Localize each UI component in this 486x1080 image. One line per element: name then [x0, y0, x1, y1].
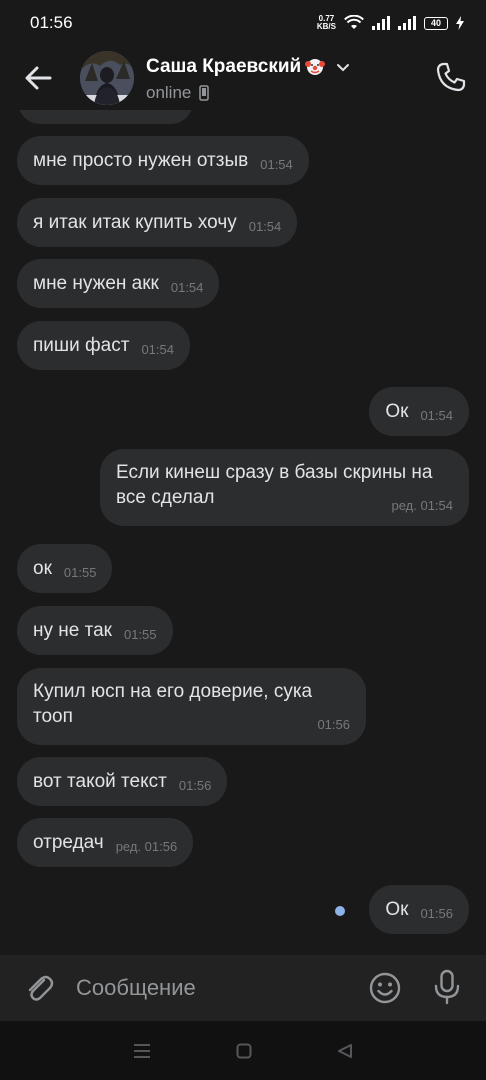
status-bar: 01:56 0.77 KB/S 40	[0, 0, 486, 46]
network-speed-unit: KB/S	[316, 22, 336, 31]
avatar-image	[80, 51, 134, 105]
message-time: 01:55	[63, 565, 97, 580]
message-bubble-outgoing[interactable]: Если кинеш сразу в базы скрины на все сд…	[100, 449, 469, 526]
contact-name[interactable]: Саша Краевский	[146, 56, 351, 78]
phone-icon[interactable]	[434, 60, 468, 94]
status-time: 01:56	[30, 13, 73, 32]
message-time: ред. 01:56	[115, 839, 178, 854]
message-bubble-incoming[interactable]: вот такой текст 01:56	[17, 757, 228, 806]
message-bubble-incoming[interactable]: Купил юсп на его доверие, сука тооп 01:5…	[17, 668, 366, 745]
smile-icon[interactable]	[368, 971, 402, 1005]
message-text: ну не так	[33, 620, 112, 641]
mobile-phone-icon	[199, 85, 210, 101]
avatar[interactable]	[80, 51, 134, 105]
message-time: 01:54	[248, 219, 282, 234]
message-time: 01:54	[170, 280, 204, 295]
message-text: вот такой текст	[33, 771, 167, 792]
message-list[interactable]: мне просто нужен отзыв 01:54 я итак итак…	[0, 110, 486, 955]
message-text: Ок	[385, 401, 409, 422]
microphone-icon[interactable]	[432, 969, 462, 1005]
contact-name-text: Саша Краевский	[146, 56, 302, 77]
signal-icon-2	[398, 16, 416, 30]
clown-face-icon	[305, 59, 326, 75]
chevron-down-icon[interactable]	[335, 59, 351, 75]
battery-icon: 40	[424, 16, 448, 30]
wifi-icon	[344, 15, 364, 29]
contact-status-text: online	[146, 83, 192, 102]
message-bubble-outgoing[interactable]: Ок 01:56	[369, 885, 469, 934]
back-triangle-icon[interactable]	[337, 1043, 353, 1059]
message-time: 01:56	[420, 906, 453, 921]
home-icon[interactable]	[236, 1043, 252, 1059]
chat-header: Саша Краевский online	[0, 46, 486, 110]
message-bubble-outgoing[interactable]: Ок 01:54	[369, 387, 469, 436]
message-input[interactable]	[76, 973, 346, 1003]
message-bubble-incoming[interactable]: пиши фаст 01:54	[17, 321, 190, 370]
message-time: 01:54	[420, 408, 453, 423]
signal-icon	[372, 16, 390, 30]
message-time: ред. 01:54	[391, 498, 453, 513]
message-bubble-incoming[interactable]: я итак итак купить хочу 01:54	[17, 198, 298, 247]
message-text: Если кинеш сразу в базы скрины на все сд…	[116, 462, 433, 508]
unread-indicator	[335, 906, 345, 916]
message-text: отредач	[33, 832, 104, 853]
message-time: 01:54	[260, 157, 293, 172]
arrow-left-icon[interactable]	[22, 62, 54, 94]
message-bubble-incoming[interactable]: мне просто нужен отзыв 01:54	[17, 136, 309, 185]
message-time: 01:54	[141, 342, 174, 357]
message-text: я итак итак купить хочу	[33, 212, 237, 233]
status-indicators: 0.77 KB/S 40	[317, 15, 464, 31]
message-text: Купил юсп на его доверие, сука тооп	[33, 681, 313, 727]
message-text: пиши фаст	[33, 335, 130, 356]
message-bubble-incoming[interactable]: ну не так 01:55	[17, 606, 173, 655]
system-navigation-bar	[0, 1021, 486, 1080]
network-speed: 0.77 KB/S	[317, 15, 336, 31]
menu-icon[interactable]	[133, 1043, 151, 1059]
message-time: 01:56	[178, 778, 212, 793]
message-text: мне нужен акк	[33, 273, 159, 294]
message-bubble-incoming[interactable]: мне нужен акк 01:54	[17, 259, 220, 308]
charging-icon	[456, 16, 464, 30]
message-text: Ок	[385, 899, 409, 920]
message-bubble-incoming[interactable]: ок 01:55	[17, 544, 113, 593]
message-time: 01:55	[123, 627, 157, 642]
message-bubble-partial	[18, 110, 193, 124]
message-text: мне просто нужен отзыв	[33, 150, 249, 171]
paperclip-icon[interactable]	[22, 971, 56, 1005]
message-bubble-incoming[interactable]: отредач ред. 01:56	[17, 818, 194, 867]
message-composer	[0, 955, 486, 1021]
contact-status: online	[146, 83, 210, 103]
message-time: 01:56	[317, 717, 350, 732]
message-text: ок	[33, 558, 52, 579]
